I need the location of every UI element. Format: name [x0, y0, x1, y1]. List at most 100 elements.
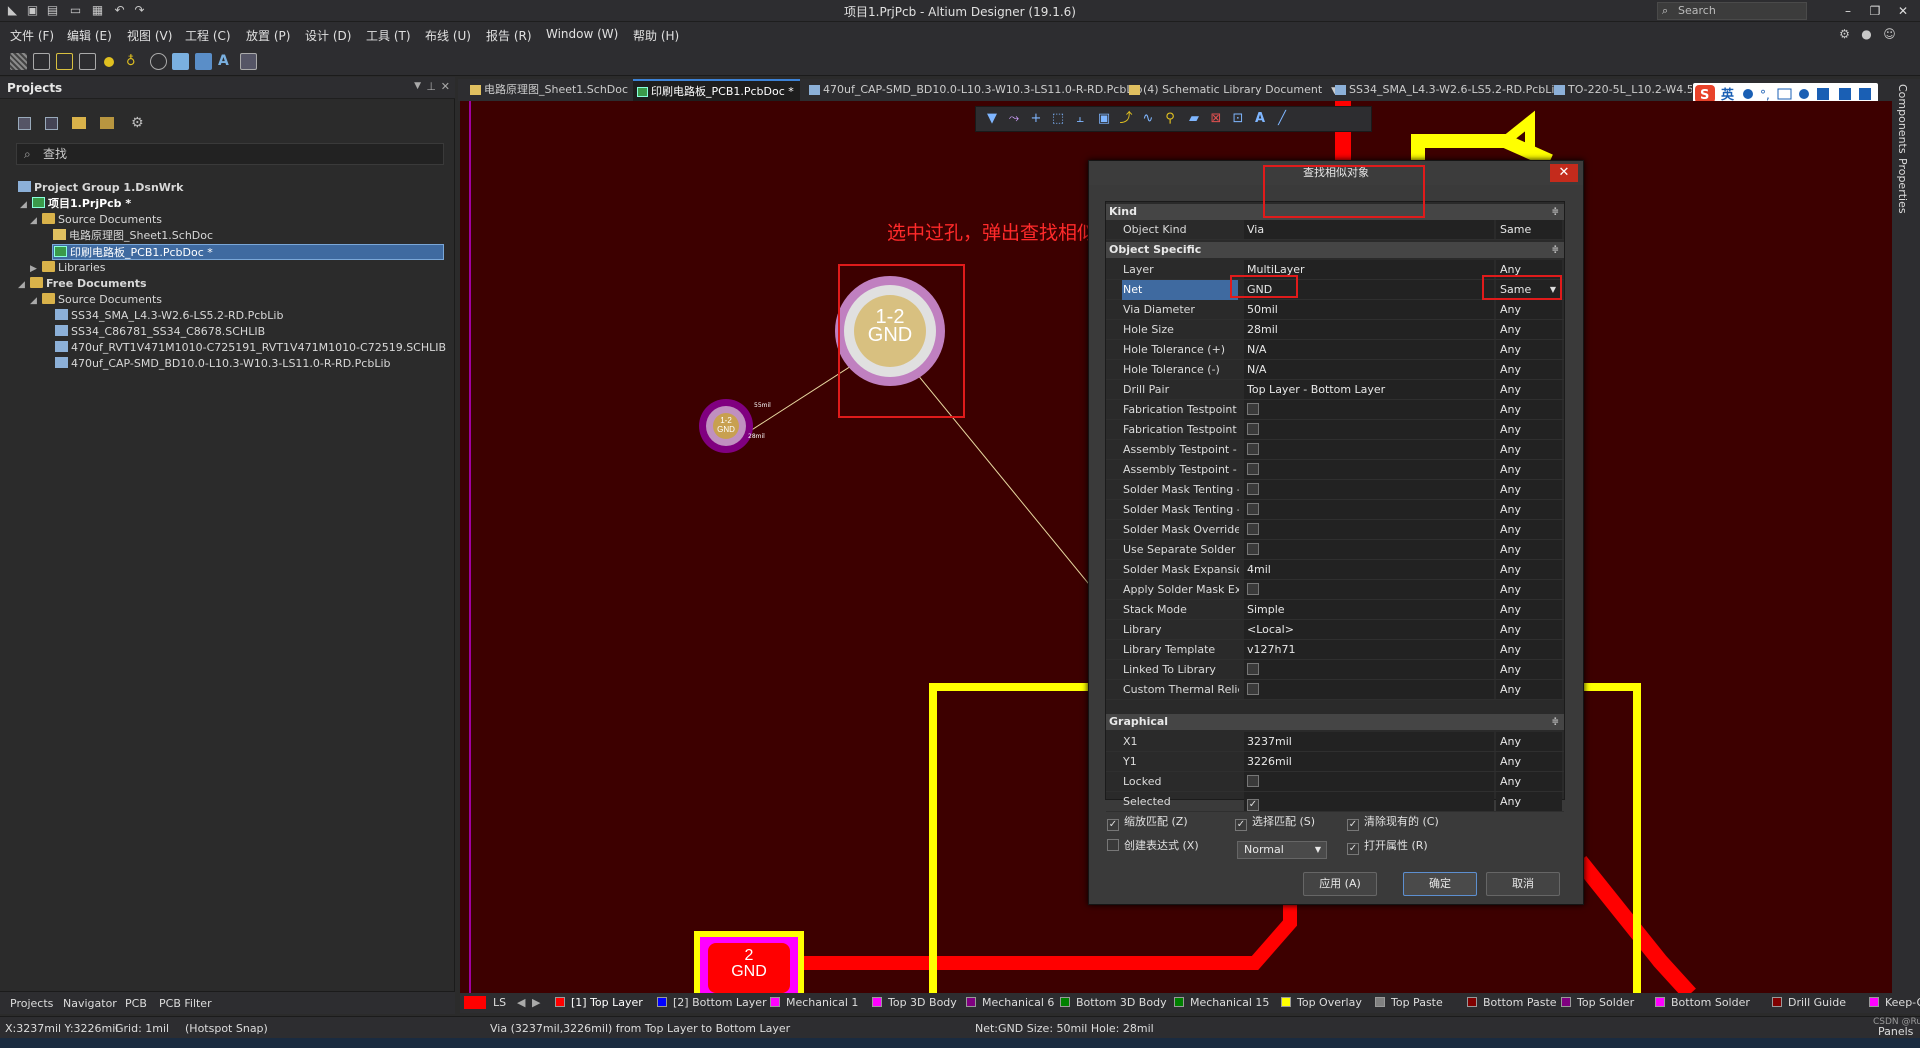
select-rectangle-icon[interactable]: ⬚: [1050, 111, 1066, 127]
property-match-select[interactable]: Any: [1496, 660, 1562, 679]
add-folder-icon[interactable]: [100, 117, 114, 129]
property-checkbox[interactable]: [1247, 523, 1259, 535]
property-value[interactable]: [1244, 792, 1494, 811]
property-checkbox[interactable]: [1247, 483, 1259, 495]
tune-length-icon[interactable]: ∿: [1140, 111, 1156, 127]
layer-tab[interactable]: Drill Guide: [1772, 996, 1846, 1010]
current-layer-swatch[interactable]: [464, 996, 486, 1009]
interactive-route-icon[interactable]: ⤳: [1006, 111, 1022, 127]
settings-gear-icon[interactable]: ⚙: [1837, 27, 1852, 42]
cross-probe-icon[interactable]: +: [1028, 111, 1044, 127]
save-project-icon[interactable]: [18, 117, 31, 130]
component-icon[interactable]: ▣: [1096, 111, 1112, 127]
panels-button[interactable]: Panels: [1878, 1025, 1913, 1038]
layer-tab[interactable]: Bottom Solder: [1655, 996, 1750, 1010]
fill-tool-icon[interactable]: [172, 53, 189, 70]
grid-tool-icon[interactable]: [10, 53, 27, 70]
tab-schematic-library[interactable]: (4) Schematic Library Document▼: [1125, 79, 1338, 101]
property-checkbox[interactable]: [1247, 799, 1259, 811]
option-open-properties[interactable]: 打开属性 (R): [1347, 837, 1428, 855]
dimension-icon[interactable]: ⊡: [1230, 111, 1246, 127]
open-folder-icon[interactable]: [72, 117, 86, 129]
property-match-select[interactable]: Any: [1496, 680, 1562, 699]
bus-tool-icon[interactable]: [56, 53, 73, 70]
property-value[interactable]: [1244, 680, 1494, 699]
tree-item-source-documents[interactable]: ◢ Source Documents: [30, 212, 162, 228]
property-checkbox[interactable]: [1247, 403, 1259, 415]
layer-tab[interactable]: Bottom Paste: [1467, 996, 1557, 1010]
expand-arrow-icon[interactable]: ◢: [30, 293, 42, 309]
property-match-select[interactable]: Any: [1496, 732, 1562, 751]
property-value[interactable]: 50mil: [1244, 300, 1494, 319]
property-value[interactable]: N/A: [1244, 340, 1494, 359]
via-tool-icon[interactable]: [104, 57, 114, 67]
pad-tool-icon[interactable]: ♁: [126, 53, 143, 70]
tab-components[interactable]: Components: [1896, 84, 1909, 154]
menu-view[interactable]: 视图 (V): [127, 27, 172, 44]
keepout-icon[interactable]: ⊠: [1208, 111, 1224, 127]
minimize-button[interactable]: –: [1835, 2, 1861, 20]
property-checkbox[interactable]: [1247, 543, 1259, 555]
property-match-select[interactable]: Any: [1496, 520, 1562, 539]
filter-icon[interactable]: ▼: [984, 111, 1000, 127]
property-match-select[interactable]: Any: [1496, 500, 1562, 519]
via-icon[interactable]: ⚲: [1162, 111, 1178, 127]
expand-arrow-icon[interactable]: ◢: [30, 213, 42, 229]
user-icon[interactable]: ☺: [1882, 27, 1897, 42]
property-value[interactable]: 28mil: [1244, 320, 1494, 339]
tab-pcblib-470uf[interactable]: 470uf_CAP-SMD_BD10.0-L10.3-W10.3-LS11.0-…: [805, 79, 1143, 101]
layer-tab[interactable]: [2] Bottom Layer: [657, 996, 767, 1010]
property-match-select[interactable]: Any: [1496, 752, 1562, 771]
property-match-select[interactable]: Any: [1496, 360, 1562, 379]
tab-pcblib-ss34[interactable]: SS34_SMA_L4.3-W2.6-LS5.2-RD.PcbLib: [1331, 79, 1561, 101]
tab-pcbdoc[interactable]: 印刷电路板_PCB1.PcbDoc *: [633, 79, 800, 101]
mode-select[interactable]: Normal ▼: [1237, 841, 1327, 859]
section-graphical[interactable]: Graphical ≑: [1106, 714, 1564, 730]
route-tool-icon[interactable]: [33, 53, 50, 70]
property-value[interactable]: GND: [1244, 280, 1494, 299]
property-value[interactable]: [1244, 580, 1494, 599]
tree-item-schlib-ss34[interactable]: SS34_C86781_SS34_C8678.SCHLIB: [55, 324, 265, 340]
property-value[interactable]: [1244, 460, 1494, 479]
pin-icon[interactable]: ⊥: [426, 80, 436, 93]
property-value[interactable]: [1244, 400, 1494, 419]
property-value[interactable]: [1244, 480, 1494, 499]
property-checkbox[interactable]: [1247, 775, 1259, 787]
option-clear-existing[interactable]: 清除现有的 (C): [1347, 813, 1439, 831]
property-value[interactable]: Top Layer - Bottom Layer: [1244, 380, 1494, 399]
tree-item-schlib-470uf[interactable]: 470uf_RVT1V471M1010-C725191_RVT1V471M101…: [55, 340, 446, 356]
text-tool-icon[interactable]: A: [218, 53, 235, 70]
layer-tab[interactable]: Mechanical 15: [1174, 996, 1269, 1010]
property-value[interactable]: 4mil: [1244, 560, 1494, 579]
tab-schdoc[interactable]: 电路原理图_Sheet1.SchDoc: [466, 79, 628, 101]
project-settings-icon[interactable]: ⚙: [131, 115, 144, 131]
property-value[interactable]: Simple: [1244, 600, 1494, 619]
option-create-expression[interactable]: 创建表达式 (X): [1107, 837, 1199, 853]
layer-tab[interactable]: Mechanical 1: [770, 996, 858, 1010]
section-object-specific[interactable]: Object Specific ≑: [1106, 242, 1564, 258]
property-match-select[interactable]: Any: [1496, 560, 1562, 579]
tab-navigator[interactable]: Navigator: [63, 997, 117, 1010]
apply-button[interactable]: 应用 (A): [1303, 872, 1377, 896]
menu-edit[interactable]: 编辑 (E): [67, 27, 112, 44]
property-match-select[interactable]: Any: [1496, 260, 1562, 279]
cancel-button[interactable]: 取消: [1486, 872, 1560, 896]
menu-tools[interactable]: 工具 (T): [366, 27, 411, 44]
create-expression-checkbox[interactable]: [1107, 839, 1119, 851]
collapse-chevron-icon[interactable]: ≑: [1551, 242, 1559, 258]
property-checkbox[interactable]: [1247, 683, 1259, 695]
restore-button[interactable]: ❐: [1862, 2, 1888, 20]
polygon-tool-icon[interactable]: [195, 53, 212, 70]
property-checkbox[interactable]: [1247, 503, 1259, 515]
tab-pcb[interactable]: PCB: [125, 997, 147, 1010]
layer-tab[interactable]: Mechanical 6: [966, 996, 1054, 1010]
property-match-select[interactable]: Any: [1496, 580, 1562, 599]
layer-scroll-right-icon[interactable]: ▶: [532, 996, 540, 1010]
property-match-select[interactable]: Any: [1496, 340, 1562, 359]
property-value[interactable]: [1244, 440, 1494, 459]
align-icon[interactable]: ⫠: [1072, 111, 1088, 127]
tree-item-free-source-documents[interactable]: ◢ Source Documents: [30, 292, 162, 308]
property-checkbox[interactable]: [1247, 443, 1259, 455]
menu-help[interactable]: 帮助 (H): [633, 27, 679, 44]
property-checkbox[interactable]: [1247, 583, 1259, 595]
